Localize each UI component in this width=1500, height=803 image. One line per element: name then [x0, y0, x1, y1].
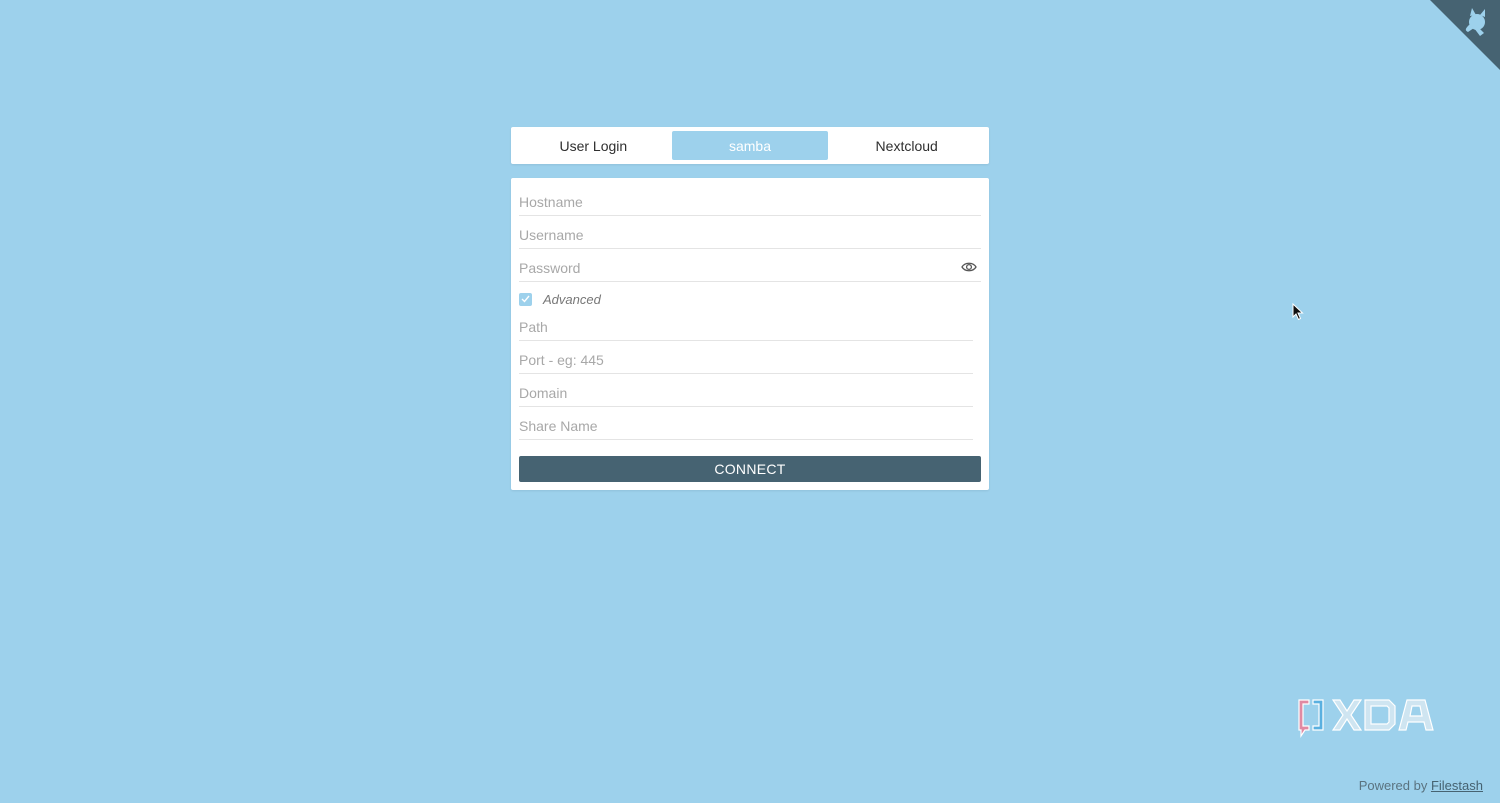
- advanced-label: Advanced: [543, 291, 601, 307]
- github-corner-icon[interactable]: [1430, 0, 1500, 70]
- backend-tabs: User Login samba Nextcloud: [511, 127, 989, 164]
- advanced-checkbox[interactable]: [519, 292, 532, 306]
- share-name-field: [519, 413, 973, 440]
- mouse-cursor-icon: [1292, 303, 1304, 321]
- port-field: [519, 347, 973, 374]
- eye-icon[interactable]: [961, 261, 977, 273]
- hostname-field: [519, 189, 981, 216]
- username-field: [519, 222, 981, 249]
- tab-samba[interactable]: samba: [671, 131, 829, 160]
- advanced-toggle[interactable]: Advanced: [519, 291, 601, 307]
- password-field: [519, 255, 981, 282]
- connect-button[interactable]: CONNECT: [519, 456, 981, 482]
- tab-nextcloud[interactable]: Nextcloud: [828, 131, 985, 160]
- hostname-input[interactable]: [519, 194, 981, 210]
- powered-by-text: Powered by: [1358, 778, 1428, 793]
- path-field: [519, 314, 973, 341]
- tab-user-login[interactable]: User Login: [515, 131, 672, 160]
- path-input[interactable]: [519, 319, 973, 335]
- domain-field: [519, 380, 973, 407]
- username-input[interactable]: [519, 227, 981, 243]
- filestash-link[interactable]: Filestash: [1431, 778, 1483, 793]
- login-form: Advanced CONNECT: [511, 178, 989, 490]
- password-input[interactable]: [519, 260, 981, 276]
- xda-logo: [1298, 699, 1434, 738]
- share-name-input[interactable]: [519, 418, 973, 434]
- port-input[interactable]: [519, 352, 973, 368]
- footer: Powered by Filestash: [1359, 778, 1483, 793]
- check-icon: [521, 295, 530, 303]
- domain-input[interactable]: [519, 385, 973, 401]
